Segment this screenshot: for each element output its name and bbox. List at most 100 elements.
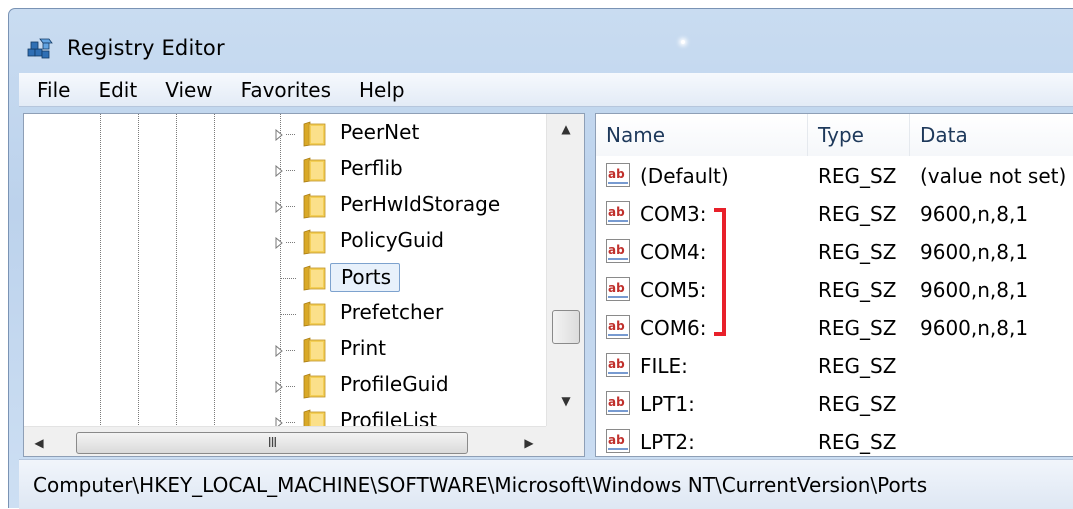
list-item[interactable]: ab COM4: REG_SZ 9600,n,8,1	[596, 234, 1073, 272]
expand-arrow-icon[interactable]	[274, 381, 284, 393]
menu-view[interactable]: View	[151, 73, 226, 107]
panes: PeerNet Perflib PerHwIdStorage PolicyGuid Po…	[19, 107, 1073, 457]
tree-item[interactable]: PeerNet	[24, 116, 546, 152]
tree-item[interactable]: PolicyGuid	[24, 224, 546, 260]
expand-arrow-icon[interactable]	[274, 165, 284, 177]
window-title: Registry Editor	[67, 36, 225, 60]
cell-type: REG_SZ	[818, 430, 897, 454]
cell-data: (value not set)	[920, 164, 1067, 188]
tree-item-label[interactable]: Print	[340, 336, 386, 360]
column-header-name[interactable]: Name	[596, 114, 808, 156]
tree-item[interactable]: Print	[24, 332, 546, 368]
key-tree: PeerNet Perflib PerHwIdStorage PolicyGuid Po…	[24, 114, 546, 426]
svg-text:ab: ab	[608, 357, 625, 371]
cell-data: 9600,n,8,1	[920, 316, 1029, 340]
cell-name: (Default)	[640, 164, 729, 188]
folder-icon	[303, 373, 326, 399]
folder-icon	[303, 193, 326, 219]
menu-file[interactable]: File	[19, 73, 84, 107]
expand-arrow-icon[interactable]	[274, 345, 284, 357]
expand-arrow-icon[interactable]	[274, 237, 284, 249]
folder-icon	[303, 409, 326, 426]
expand-arrow-icon[interactable]	[274, 129, 284, 141]
svg-text:ab: ab	[608, 243, 625, 257]
tree-item-label[interactable]: PerHwIdStorage	[340, 192, 500, 216]
tree-connector-line	[286, 350, 296, 351]
tree-item[interactable]: Perflib	[24, 152, 546, 188]
svg-text:ab: ab	[608, 167, 625, 181]
tree-hscroll-thumb[interactable]: III	[76, 432, 468, 454]
list-item[interactable]: ab COM5: REG_SZ 9600,n,8,1	[596, 272, 1073, 310]
tree-item[interactable]: PerHwIdStorage	[24, 188, 546, 224]
cell-type: REG_SZ	[818, 354, 897, 378]
list-item[interactable]: ab COM3: REG_SZ 9600,n,8,1	[596, 196, 1073, 234]
red-bracket-annotation	[714, 208, 726, 336]
scroll-left-arrow-icon[interactable]: ◀	[24, 427, 54, 456]
svg-text:ab: ab	[608, 205, 625, 219]
column-header-data[interactable]: Data	[910, 114, 1073, 156]
svg-text:ab: ab	[608, 281, 625, 295]
cell-name: LPT1:	[640, 392, 695, 416]
svg-text:ab: ab	[608, 395, 625, 409]
svg-text:ab: ab	[608, 433, 625, 447]
scroll-up-arrow-icon[interactable]: ▲	[547, 114, 584, 144]
folder-icon	[303, 229, 326, 255]
cell-type: REG_SZ	[818, 202, 897, 226]
list-item[interactable]: ab LPT2: REG_SZ	[596, 424, 1073, 456]
tree-item-label[interactable]: PolicyGuid	[340, 228, 444, 252]
list-item[interactable]: ab FILE: REG_SZ	[596, 348, 1073, 386]
cell-type: REG_SZ	[818, 278, 897, 302]
cell-type: REG_SZ	[818, 240, 897, 264]
menu-edit[interactable]: Edit	[84, 73, 151, 107]
tree-connector-line	[286, 386, 296, 387]
folder-icon	[303, 337, 326, 363]
cell-data: 9600,n,8,1	[920, 278, 1029, 302]
cell-type: REG_SZ	[818, 316, 897, 340]
tree-item-label[interactable]: PeerNet	[340, 120, 419, 144]
list-item[interactable]: ab (Default) REG_SZ (value not set)	[596, 158, 1073, 196]
tree-connector-line	[286, 422, 296, 423]
cell-data: 9600,n,8,1	[920, 240, 1029, 264]
tree-item-label[interactable]: Perflib	[340, 156, 403, 180]
scroll-down-arrow-icon[interactable]: ▼	[547, 386, 584, 416]
tree-item[interactable]: ProfileGuid	[24, 368, 546, 404]
menu-help[interactable]: Help	[345, 73, 419, 107]
folder-icon	[303, 121, 326, 147]
tree-item-label[interactable]: Prefetcher	[340, 300, 443, 324]
tree-horizontal-scrollbar[interactable]: ◀ III ▶	[24, 426, 546, 456]
tree-vertical-scrollbar[interactable]: ▲ ▼	[546, 114, 584, 426]
string-value-icon: ab	[606, 201, 630, 225]
string-value-icon: ab	[606, 277, 630, 301]
registry-path: Computer\HKEY_LOCAL_MACHINE\SOFTWARE\Mic…	[33, 473, 928, 497]
expand-arrow-icon[interactable]	[274, 201, 284, 213]
tree-item[interactable]: Prefetcher	[24, 296, 546, 332]
expand-arrow-icon[interactable]	[274, 417, 284, 426]
tree-item[interactable]: Ports	[24, 260, 546, 296]
tree-connector-line	[286, 242, 296, 243]
tree-item-label[interactable]: Ports	[330, 263, 401, 292]
list-item[interactable]: ab COM6: REG_SZ 9600,n,8,1	[596, 310, 1073, 348]
cell-name: FILE:	[640, 354, 688, 378]
tree-item[interactable]: ProfileList	[24, 404, 546, 426]
menu-favorites[interactable]: Favorites	[227, 73, 345, 107]
string-value-icon: ab	[606, 353, 630, 377]
list-item[interactable]: ab LPT1: REG_SZ	[596, 386, 1073, 424]
menu-bar: File Edit View Favorites Help	[19, 73, 1073, 107]
title-bar[interactable]: Registry Editor	[9, 9, 1073, 71]
values-list-pane[interactable]: Name Type Data ab (Default) REG_SZ (value n…	[595, 113, 1073, 457]
cell-name: COM5:	[640, 278, 707, 302]
scroll-right-arrow-icon[interactable]: ▶	[514, 427, 544, 456]
tree-connector-line	[286, 134, 296, 135]
folder-icon	[303, 265, 326, 291]
key-tree-pane[interactable]: PeerNet Perflib PerHwIdStorage PolicyGuid Po…	[23, 113, 585, 457]
tree-connector-line	[286, 170, 296, 171]
tree-vscroll-thumb[interactable]	[552, 310, 580, 344]
tree-connector-line	[286, 206, 296, 207]
tree-item-label[interactable]: ProfileList	[340, 408, 437, 426]
column-header-type[interactable]: Type	[808, 114, 910, 156]
cell-name: LPT2:	[640, 430, 695, 454]
tree-item-label[interactable]: ProfileGuid	[340, 372, 449, 396]
string-value-icon: ab	[606, 429, 630, 453]
title-glow	[681, 40, 685, 44]
string-value-icon: ab	[606, 163, 630, 187]
